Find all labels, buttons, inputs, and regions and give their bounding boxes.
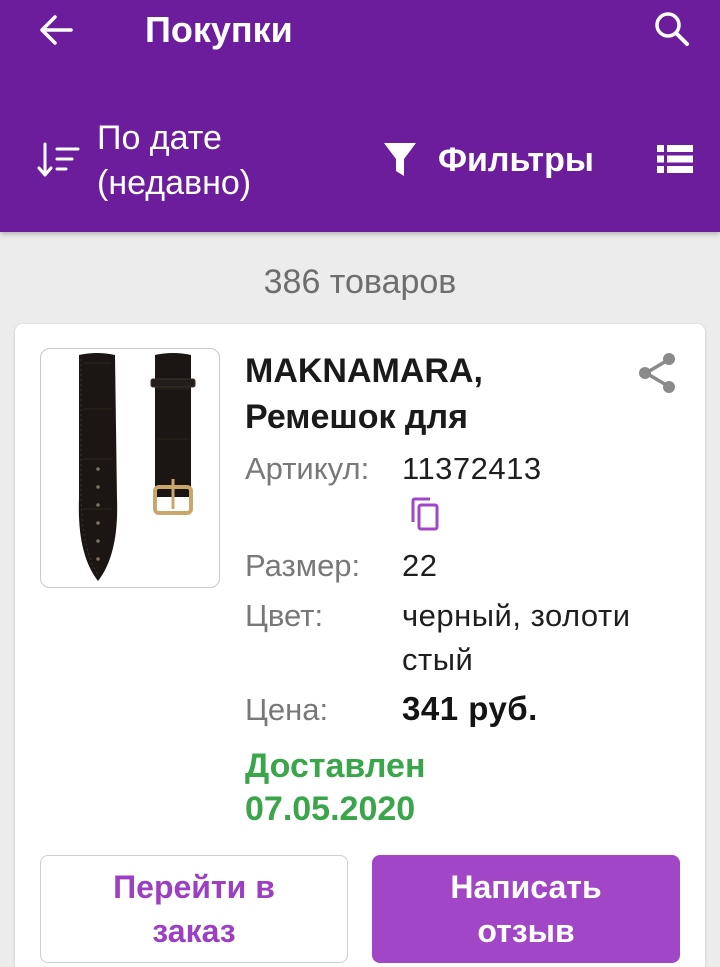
color-label: Цвет:	[245, 598, 324, 633]
price-label: Цена:	[245, 692, 329, 727]
size-value: 22	[402, 548, 438, 583]
article-value: 11372413	[402, 451, 542, 486]
filter-funnel-icon	[384, 143, 416, 176]
list-view-icon	[657, 145, 693, 173]
share-button[interactable]	[627, 346, 687, 400]
page-title: Покупки	[145, 9, 293, 50]
product-name[interactable]: MAKNAMARA, Ремешок для	[245, 348, 625, 440]
price-value: 341 руб.	[402, 690, 538, 727]
size-label: Размер:	[245, 548, 361, 583]
watch-strap-image	[78, 353, 196, 581]
product-image[interactable]	[40, 348, 220, 588]
sort-icon	[37, 142, 80, 177]
copy-icon	[411, 497, 439, 531]
search-icon	[655, 12, 689, 46]
article-label: Артикул:	[245, 451, 370, 486]
go-to-order-button[interactable]: Перейти в заказ	[40, 855, 348, 963]
write-review-label: Написать отзыв	[450, 869, 602, 949]
filter-label: Фильтры	[438, 140, 594, 179]
app-bar: Покупки По дате (недавно) Фильтры	[0, 0, 720, 232]
go-to-order-label: Перейти в заказ	[113, 869, 275, 949]
write-review-button[interactable]: Написать отзыв	[372, 855, 680, 963]
sort-button[interactable]: По дате (недавно)	[30, 112, 330, 212]
sort-label: По дате (недавно)	[97, 119, 252, 202]
share-icon	[639, 353, 675, 393]
search-button[interactable]	[645, 6, 699, 52]
items-count: 386 товаров	[263, 263, 457, 301]
back-button[interactable]	[30, 8, 82, 52]
color-value: черный, золотистый	[402, 598, 631, 677]
list-view-button[interactable]	[652, 136, 698, 182]
delivery-status: Доставлен 07.05.2020	[245, 747, 426, 828]
filter-button[interactable]: Фильтры	[380, 130, 620, 190]
arrow-left-icon	[40, 15, 73, 45]
copy-article-button[interactable]	[407, 494, 443, 534]
product-card: MAKNAMARA, Ремешок для Артикул: 11372413…	[15, 324, 705, 967]
